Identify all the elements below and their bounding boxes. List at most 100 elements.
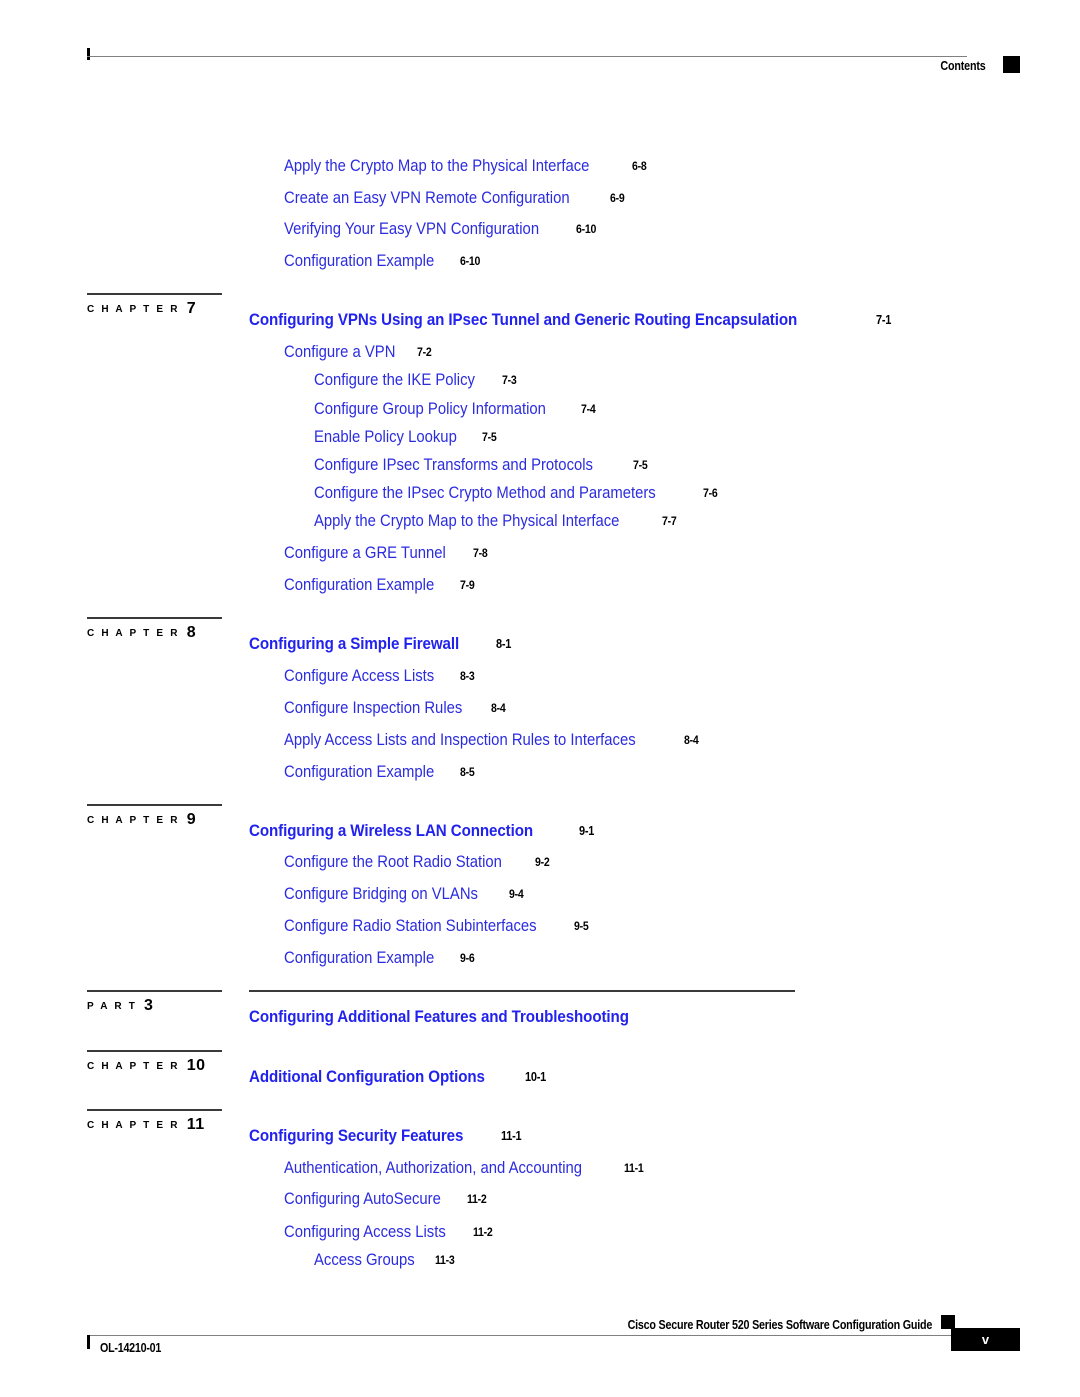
toc-entry-row[interactable]: Verifying Your Easy VPN Configuration 6-1… bbox=[284, 220, 599, 239]
toc-heading-row[interactable]: Configuring a Wireless LAN Connection 9-1 bbox=[249, 821, 596, 841]
toc-heading-page-number: 9-1 bbox=[579, 824, 595, 838]
toc-entry-title[interactable]: Configure Inspection Rules bbox=[284, 699, 462, 718]
toc-entry-row[interactable]: Configuration Example 7-9 bbox=[284, 576, 476, 595]
toc-entry-row[interactable]: Apply the Crypto Map to the Physical Int… bbox=[284, 157, 649, 176]
chapter-marker-label: C H A P T E R 10 bbox=[87, 1057, 206, 1074]
toc-entry-row[interactable]: Configuring Access Lists 11-2 bbox=[284, 1223, 495, 1242]
toc-heading-row[interactable]: Configuring a Simple Firewall 8-1 bbox=[249, 634, 513, 654]
toc-heading-row[interactable]: Configuring Security Features 11-1 bbox=[249, 1126, 524, 1146]
toc-entry-title[interactable]: Apply the Crypto Map to the Physical Int… bbox=[284, 157, 589, 176]
chapter-marker-number: 3 bbox=[144, 997, 154, 1014]
footer-page-number: v bbox=[951, 1328, 1020, 1351]
footer-tick-mark bbox=[87, 1335, 90, 1349]
toc-entry-row[interactable]: Configure Inspection Rules 8-4 bbox=[284, 699, 508, 718]
toc-entry-title[interactable]: Configure Bridging on VLANs bbox=[284, 885, 478, 904]
toc-entry-page-number: 6-10 bbox=[576, 222, 597, 236]
chapter-marker-rule bbox=[87, 1109, 222, 1111]
toc-entry-row[interactable]: Configure Group Policy Information 7-4 bbox=[314, 400, 597, 419]
toc-entry-page-number: 8-3 bbox=[459, 669, 475, 683]
toc-entry-title[interactable]: Create an Easy VPN Remote Configuration bbox=[284, 189, 570, 208]
chapter-marker: C H A P T E R 11 bbox=[87, 1109, 237, 1139]
toc-entry-title[interactable]: Configure a VPN bbox=[284, 343, 395, 362]
toc-entry-row[interactable]: Configuration Example 9-6 bbox=[284, 949, 476, 968]
toc-heading-title[interactable]: Configuring Additional Features and Trou… bbox=[249, 1007, 629, 1027]
part-section-rule bbox=[249, 990, 795, 992]
toc-entry-title[interactable]: Enable Policy Lookup bbox=[314, 428, 457, 447]
toc-heading-title[interactable]: Configuring a Wireless LAN Connection bbox=[249, 821, 533, 841]
toc-heading-title[interactable]: Additional Configuration Options bbox=[249, 1067, 485, 1087]
chapter-marker-label: C H A P T E R9 bbox=[87, 811, 197, 828]
toc-entry-title[interactable]: Configure a GRE Tunnel bbox=[284, 544, 446, 563]
toc-heading-title[interactable]: Configuring a Simple Firewall bbox=[249, 634, 459, 654]
chapter-marker-label: P A R T3 bbox=[87, 997, 154, 1014]
chapter-marker-label: C H A P T E R8 bbox=[87, 624, 197, 641]
chapter-marker-number: 7 bbox=[186, 300, 197, 317]
toc-entry-title[interactable]: Configure the IPsec Crypto Method and Pa… bbox=[314, 484, 656, 503]
toc-entry-row[interactable]: Configure Bridging on VLANs 9-4 bbox=[284, 885, 525, 904]
toc-entry-title[interactable]: Configure Radio Station Subinterfaces bbox=[284, 917, 537, 936]
toc-entry-row[interactable]: Configuration Example 8-5 bbox=[284, 763, 476, 782]
toc-entry-row[interactable]: Configure the Root Radio Station 9-2 bbox=[284, 853, 552, 872]
toc-entry-row[interactable]: Configure Radio Station Subinterfaces 9-5 bbox=[284, 917, 590, 936]
chapter-marker: C H A P T E R 10 bbox=[87, 1050, 237, 1080]
toc-entry-page-number: 7-7 bbox=[662, 514, 677, 528]
toc-heading-page-number: 7-1 bbox=[875, 313, 892, 327]
toc-entry-row[interactable]: Configure a VPN 7-2 bbox=[284, 343, 433, 362]
chapter-marker-number: 8 bbox=[186, 624, 197, 641]
page-title: Contents bbox=[940, 59, 986, 73]
chapter-marker-label: C H A P T E R7 bbox=[87, 300, 197, 317]
chapter-marker-rule bbox=[87, 617, 222, 619]
toc-entry-row[interactable]: Enable Policy Lookup 7-5 bbox=[314, 428, 498, 447]
toc-entry-title[interactable]: Configure Access Lists bbox=[284, 667, 434, 686]
chapter-marker-label: C H A P T E R 11 bbox=[87, 1116, 205, 1133]
toc-entry-page-number: 6-10 bbox=[459, 254, 481, 268]
toc-entry-title[interactable]: Access Groups bbox=[314, 1251, 415, 1270]
toc-entry-title[interactable]: Configuring Access Lists bbox=[284, 1223, 446, 1242]
toc-entry-title[interactable]: Configure Group Policy Information bbox=[314, 400, 546, 419]
toc-entry-row[interactable]: Configure Access Lists 8-3 bbox=[284, 667, 476, 686]
toc-heading-row[interactable]: Configuring Additional Features and Trou… bbox=[249, 1007, 676, 1027]
toc-heading-title[interactable]: Configuring VPNs Using an IPsec Tunnel a… bbox=[249, 310, 797, 330]
toc-entry-title[interactable]: Configure the IKE Policy bbox=[314, 371, 475, 390]
toc-entry-title[interactable]: Configuration Example bbox=[284, 576, 434, 595]
chapter-marker-number: 11 bbox=[186, 1116, 205, 1133]
toc-entry-title[interactable]: Configuration Example bbox=[284, 763, 434, 782]
toc-entry-row[interactable]: Configure the IPsec Crypto Method and Pa… bbox=[314, 484, 719, 503]
toc-entry-page-number: 7-6 bbox=[702, 486, 718, 500]
toc-entry-title[interactable]: Configuring AutoSecure bbox=[284, 1190, 441, 1209]
toc-entry-title[interactable]: Verifying Your Easy VPN Configuration bbox=[284, 220, 539, 239]
toc-entry-row[interactable]: Create an Easy VPN Remote Configuration 6… bbox=[284, 189, 627, 208]
toc-entry-title[interactable]: Configuration Example bbox=[284, 252, 434, 271]
toc-entry-title[interactable]: Apply the Crypto Map to the Physical Int… bbox=[314, 512, 619, 531]
footer-guide-title: Cisco Secure Router 520 Series Software … bbox=[627, 1318, 932, 1332]
toc-entry-title[interactable]: Authentication, Authorization, and Accou… bbox=[284, 1159, 582, 1178]
chapter-marker: C H A P T E R7 bbox=[87, 293, 237, 323]
toc-heading-title[interactable]: Configuring Security Features bbox=[249, 1126, 463, 1146]
chapter-marker-rule bbox=[87, 1050, 222, 1052]
toc-entry-title[interactable]: Configure the Root Radio Station bbox=[284, 853, 502, 872]
toc-entry-row[interactable]: Configuration Example 6-10 bbox=[284, 252, 483, 271]
toc-entry-row[interactable]: Configure a GRE Tunnel 7-8 bbox=[284, 544, 489, 563]
toc-heading-page-number: 8-1 bbox=[496, 637, 512, 651]
toc-heading-row[interactable]: Additional Configuration Options 10-1 bbox=[249, 1067, 549, 1087]
toc-heading-row[interactable]: Configuring VPNs Using an IPsec Tunnel a… bbox=[249, 310, 893, 330]
toc-entry-title[interactable]: Configure IPsec Transforms and Protocols bbox=[314, 456, 593, 475]
toc-entry-page-number: 8-4 bbox=[683, 733, 699, 747]
page-header: Contents bbox=[87, 48, 1020, 88]
toc-entry-page-number: 7-5 bbox=[632, 458, 648, 472]
toc-entry-row[interactable]: Configuring AutoSecure 11-2 bbox=[284, 1190, 489, 1209]
toc-entry-page-number: 7-8 bbox=[472, 546, 488, 560]
toc-entry-row[interactable]: Apply the Crypto Map to the Physical Int… bbox=[314, 512, 679, 531]
page-footer: Cisco Secure Router 520 Series Software … bbox=[87, 1315, 1020, 1380]
toc-entry-row[interactable]: Configure the IKE Policy 7-3 bbox=[314, 371, 518, 390]
toc-entry-title[interactable]: Configuration Example bbox=[284, 949, 434, 968]
chapter-marker-number: 10 bbox=[186, 1057, 206, 1074]
header-divider bbox=[87, 56, 967, 57]
toc-entry-title[interactable]: Apply Access Lists and Inspection Rules … bbox=[284, 731, 636, 750]
toc-entry-row[interactable]: Apply Access Lists and Inspection Rules … bbox=[284, 731, 700, 750]
toc-entry-page-number: 8-5 bbox=[459, 765, 475, 779]
toc-entry-row[interactable]: Access Groups 11-3 bbox=[314, 1251, 457, 1270]
chapter-marker-rule bbox=[87, 293, 222, 295]
toc-entry-row[interactable]: Authentication, Authorization, and Accou… bbox=[284, 1159, 646, 1178]
toc-entry-row[interactable]: Configure IPsec Transforms and Protocols… bbox=[314, 456, 649, 475]
